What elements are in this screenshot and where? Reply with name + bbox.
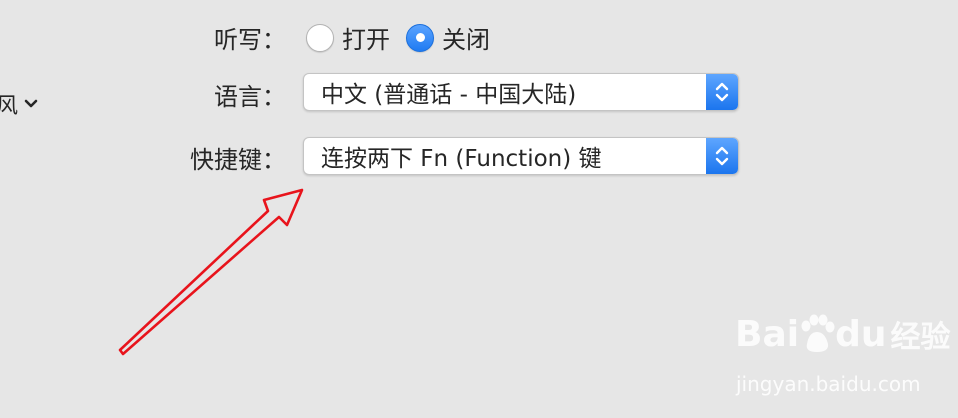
shortcut-label: 快捷键： bbox=[190, 146, 286, 174]
paw-icon bbox=[801, 314, 835, 352]
dictation-radio-group: 打开 关闭 bbox=[306, 20, 498, 55]
language-value: 中文 (普通话 - 中国大陆) bbox=[321, 82, 577, 108]
watermark-brand-cn: 经验 bbox=[890, 320, 951, 355]
partial-popup-left[interactable]: 风 bbox=[0, 88, 38, 120]
up-down-chevron-icon bbox=[715, 146, 729, 166]
partial-popup-label: 风 bbox=[0, 94, 19, 119]
language-label: 语言： bbox=[214, 83, 286, 111]
up-down-chevron-icon bbox=[715, 82, 729, 102]
shortcut-popup[interactable]: 连按两下 Fn (Function) 键 bbox=[303, 137, 739, 175]
baidu-watermark-logo: Bai du 经验 bbox=[735, 312, 950, 356]
dictation-on-radio[interactable] bbox=[306, 23, 334, 52]
watermark-brand-latin-1: Bai bbox=[735, 313, 800, 355]
dictation-label: 听写： bbox=[214, 26, 286, 54]
dictation-on-label[interactable]: 打开 bbox=[342, 20, 390, 55]
shortcut-stepper[interactable] bbox=[706, 138, 738, 174]
dictation-off-label[interactable]: 关闭 bbox=[442, 20, 490, 55]
radio-selected-dot bbox=[415, 33, 425, 42]
shortcut-value: 连按两下 Fn (Function) 键 bbox=[321, 146, 602, 172]
dictation-off-radio[interactable] bbox=[406, 23, 434, 52]
language-popup[interactable]: 中文 (普通话 - 中国大陆) bbox=[303, 73, 739, 111]
language-stepper[interactable] bbox=[706, 74, 738, 110]
chevron-down-icon bbox=[24, 99, 38, 108]
watermark-brand-latin-2: du bbox=[835, 313, 887, 355]
watermark-url: jingyan.baidu.com bbox=[736, 372, 921, 396]
